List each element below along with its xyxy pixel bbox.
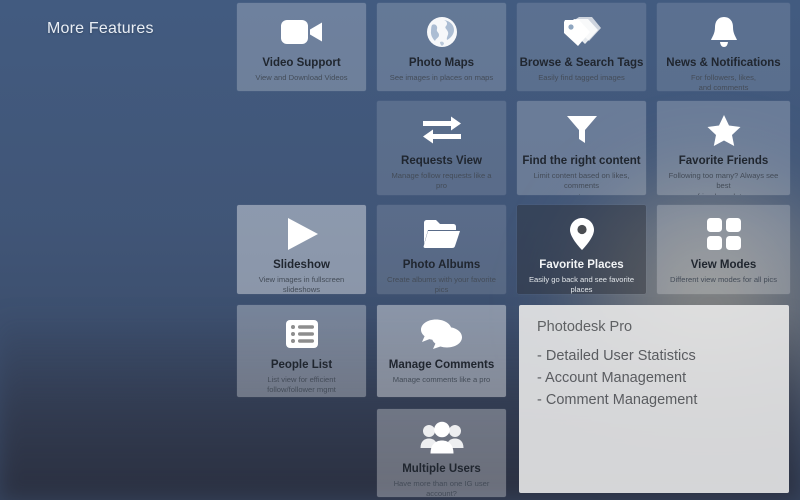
feature-tile-people-list[interactable]: People List List view for efficientfollow… [237, 305, 366, 397]
feature-tile-title: Photo Maps [409, 57, 474, 70]
feature-tile-title: View Modes [691, 259, 757, 272]
photodesk-pro-feature-item: - Account Management [537, 368, 771, 390]
feature-tile-favorite-friends[interactable]: Favorite Friends Following too many? Alwa… [657, 101, 790, 195]
feature-tile-title: Slideshow [273, 259, 330, 272]
funnel-icon [566, 113, 598, 147]
feature-tile-title: Manage Comments [389, 359, 494, 372]
feature-tile-favorite-places[interactable]: Favorite Places Easily go back and see fa… [517, 205, 646, 294]
feature-tile-title: Photo Albums [403, 259, 481, 272]
photodesk-pro-panel: Photodesk Pro - Detailed User Statistics… [519, 305, 789, 493]
map-pin-icon [569, 217, 595, 251]
feature-tile-subtitle: Easily find tagged images [535, 73, 628, 83]
folder-icon [423, 217, 461, 251]
feature-tile-subtitle: Create albums with your favorite pics [383, 275, 500, 294]
feature-tile-subtitle: Manage follow requests like a pro [383, 171, 500, 192]
feature-tile-subtitle: Limit content based on likes, commentsor… [523, 171, 640, 195]
bell-icon [708, 15, 740, 49]
feature-tile-slideshow[interactable]: Slideshow View images in fullscreen slide… [237, 205, 366, 294]
feature-tile-title: Favorite Friends [679, 155, 768, 168]
photodesk-pro-feature-item: - Detailed User Statistics [537, 346, 771, 368]
feature-tile-subtitle: List view for efficientfollow/follower m… [264, 375, 339, 396]
video-camera-icon [280, 15, 324, 49]
feature-tile-subtitle: Following too many? Always see bestfrien… [663, 171, 784, 195]
feature-tile-subtitle: Different view modes for all pics [667, 275, 780, 285]
feature-tile-subtitle: Easily go back and see favorite places [523, 275, 640, 294]
feature-tile-subtitle: Have more than one IG user account? [383, 479, 500, 497]
star-icon [707, 113, 741, 147]
feature-tile-photo-maps[interactable]: Photo Maps See images in places on maps [377, 3, 506, 91]
feature-tile-title: News & Notifications [666, 57, 780, 70]
feature-tile-subtitle: For followers, likes,and comments [688, 73, 759, 91]
users-group-icon [420, 421, 464, 455]
feature-tile-find-right-content[interactable]: Find the right content Limit content base… [517, 101, 646, 195]
feature-tile-title: Browse & Search Tags [520, 57, 644, 70]
list-rows-icon [285, 317, 319, 351]
feature-tile-browse-search-tags[interactable]: Browse & Search Tags Easily find tagged i… [517, 3, 646, 91]
feature-tile-multiple-users[interactable]: Multiple Users Have more than one IG user… [377, 409, 506, 497]
speech-bubbles-icon [421, 317, 463, 351]
feature-tile-title: Find the right content [522, 155, 640, 168]
globe-icon [426, 15, 458, 49]
feature-tile-title: Favorite Places [539, 259, 623, 272]
feature-tile-subtitle: View images in fullscreen slideshows [243, 275, 360, 294]
swap-arrows-icon [421, 113, 463, 147]
feature-tile-title: People List [271, 359, 332, 372]
feature-tile-subtitle: See images in places on maps [387, 73, 496, 83]
feature-tile-view-modes[interactable]: View Modes Different view modes for all p… [657, 205, 790, 294]
page-title: More Features [47, 20, 154, 38]
feature-tile-requests-view[interactable]: Requests View Manage follow requests like… [377, 101, 506, 195]
feature-tile-subtitle: View and Download Videos [252, 73, 350, 83]
photodesk-pro-feature-list: - Detailed User Statistics- Account Mana… [537, 346, 771, 411]
feature-tile-title: Requests View [401, 155, 482, 168]
photodesk-pro-heading: Photodesk Pro [537, 319, 771, 335]
feature-tile-manage-comments[interactable]: Manage Comments Manage comments like a pr… [377, 305, 506, 397]
tags-icon [562, 15, 602, 49]
feature-tile-subtitle: Manage comments like a pro [390, 375, 494, 385]
feature-tile-title: Video Support [262, 57, 340, 70]
feature-tile-news-notifications[interactable]: News & Notifications For followers, likes… [657, 3, 790, 91]
play-triangle-icon [284, 217, 320, 251]
feature-tile-photo-albums[interactable]: Photo Albums Create albums with your favo… [377, 205, 506, 294]
feature-tile-title: Multiple Users [402, 463, 481, 476]
feature-tile-video-support[interactable]: Video Support View and Download Videos [237, 3, 366, 91]
feature-grid-screen: More Features Video Support View and Down… [0, 0, 800, 500]
grid-four-icon [707, 217, 741, 251]
photodesk-pro-feature-item: - Comment Management [537, 390, 771, 412]
